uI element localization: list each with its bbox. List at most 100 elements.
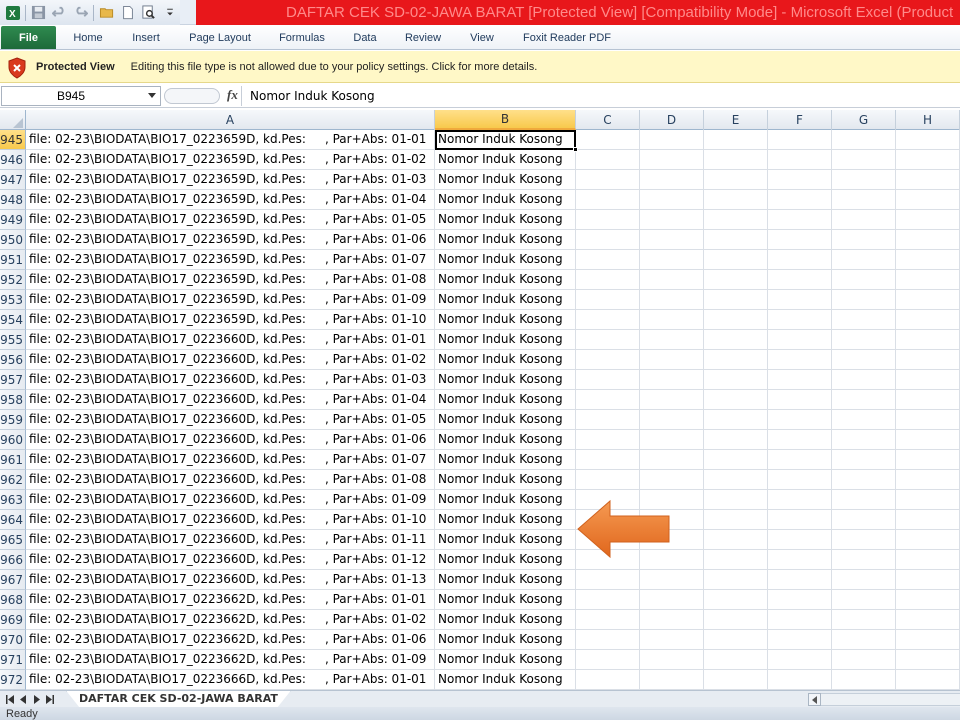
cell-b[interactable]: Nomor Induk Kosong	[435, 550, 576, 570]
cell-c[interactable]	[576, 650, 640, 670]
cell-e[interactable]	[704, 490, 768, 510]
cell-b[interactable]: Nomor Induk Kosong	[435, 670, 576, 690]
cell-c[interactable]	[576, 270, 640, 290]
cell-g[interactable]	[832, 610, 896, 630]
cell-f[interactable]	[768, 530, 832, 550]
column-header-c[interactable]: C	[576, 110, 640, 130]
row-header[interactable]: 947	[0, 170, 26, 190]
horizontal-scrollbar[interactable]	[808, 693, 960, 706]
cell-b[interactable]: Nomor Induk Kosong	[435, 230, 576, 250]
cell-g[interactable]	[832, 430, 896, 450]
cell-e[interactable]	[704, 150, 768, 170]
cell-a[interactable]: file: 02-23\BIODATA\BIO17_0223659D, kd.P…	[26, 310, 435, 330]
cell-b[interactable]: Nomor Induk Kosong	[435, 350, 576, 370]
cell-e[interactable]	[704, 210, 768, 230]
cell-g[interactable]	[832, 170, 896, 190]
new-icon[interactable]	[119, 4, 136, 21]
cell-e[interactable]	[704, 410, 768, 430]
cell-a[interactable]: file: 02-23\BIODATA\BIO17_0223660D, kd.P…	[26, 350, 435, 370]
cell-h[interactable]	[896, 210, 960, 230]
cell-e[interactable]	[704, 250, 768, 270]
cell-d[interactable]	[640, 410, 704, 430]
cell-a[interactable]: file: 02-23\BIODATA\BIO17_0223662D, kd.P…	[26, 590, 435, 610]
row-header[interactable]: 950	[0, 230, 26, 250]
cell-g[interactable]	[832, 570, 896, 590]
cell-h[interactable]	[896, 430, 960, 450]
row-header[interactable]: 958	[0, 390, 26, 410]
cell-c[interactable]	[576, 590, 640, 610]
cell-c[interactable]	[576, 630, 640, 650]
cell-h[interactable]	[896, 610, 960, 630]
cell-g[interactable]	[832, 230, 896, 250]
cell-a[interactable]: file: 02-23\BIODATA\BIO17_0223659D, kd.P…	[26, 210, 435, 230]
cell-c[interactable]	[576, 330, 640, 350]
cell-d[interactable]	[640, 570, 704, 590]
cell-f[interactable]	[768, 650, 832, 670]
cell-a[interactable]: file: 02-23\BIODATA\BIO17_0223659D, kd.P…	[26, 270, 435, 290]
cell-e[interactable]	[704, 370, 768, 390]
cell-f[interactable]	[768, 470, 832, 490]
cell-c[interactable]	[576, 170, 640, 190]
cell-f[interactable]	[768, 590, 832, 610]
column-header-d[interactable]: D	[640, 110, 704, 130]
cell-c[interactable]	[576, 350, 640, 370]
tab-foxit-reader-pdf[interactable]: Foxit Reader PDF	[512, 26, 622, 49]
cell-e[interactable]	[704, 670, 768, 690]
cell-e[interactable]	[704, 530, 768, 550]
cell-a[interactable]: file: 02-23\BIODATA\BIO17_0223662D, kd.P…	[26, 610, 435, 630]
row-header[interactable]: 972	[0, 670, 26, 690]
next-sheet-icon[interactable]	[30, 693, 43, 706]
cell-b[interactable]: Nomor Induk Kosong	[435, 590, 576, 610]
cell-g[interactable]	[832, 190, 896, 210]
cell-h[interactable]	[896, 370, 960, 390]
cell-a[interactable]: file: 02-23\BIODATA\BIO17_0223666D, kd.P…	[26, 670, 435, 690]
cell-e[interactable]	[704, 610, 768, 630]
tab-home[interactable]: Home	[56, 26, 120, 49]
tab-page-layout[interactable]: Page Layout	[172, 26, 268, 49]
chevron-down-icon[interactable]	[148, 92, 156, 98]
cell-f[interactable]	[768, 410, 832, 430]
cell-c[interactable]	[576, 190, 640, 210]
cell-g[interactable]	[832, 490, 896, 510]
cell-d[interactable]	[640, 190, 704, 210]
cell-a[interactable]: file: 02-23\BIODATA\BIO17_0223659D, kd.P…	[26, 230, 435, 250]
cell-h[interactable]	[896, 630, 960, 650]
cell-d[interactable]	[640, 650, 704, 670]
cell-e[interactable]	[704, 270, 768, 290]
cell-f[interactable]	[768, 290, 832, 310]
cell-e[interactable]	[704, 390, 768, 410]
save-icon[interactable]	[30, 4, 47, 21]
cell-b[interactable]: Nomor Induk Kosong	[435, 430, 576, 450]
cell-f[interactable]	[768, 490, 832, 510]
cell-g[interactable]	[832, 650, 896, 670]
cell-g[interactable]	[832, 510, 896, 530]
cell-a[interactable]: file: 02-23\BIODATA\BIO17_0223662D, kd.P…	[26, 650, 435, 670]
prev-sheet-icon[interactable]	[17, 693, 30, 706]
cell-c[interactable]	[576, 570, 640, 590]
cell-b[interactable]: Nomor Induk Kosong	[435, 470, 576, 490]
column-header-g[interactable]: G	[832, 110, 896, 130]
cell-d[interactable]	[640, 350, 704, 370]
cell-d[interactable]	[640, 150, 704, 170]
tab-insert[interactable]: Insert	[120, 26, 172, 49]
cell-c[interactable]	[576, 310, 640, 330]
cell-g[interactable]	[832, 670, 896, 690]
cell-b[interactable]: Nomor Induk Kosong	[435, 290, 576, 310]
cell-e[interactable]	[704, 350, 768, 370]
cell-f[interactable]	[768, 130, 832, 150]
cell-d[interactable]	[640, 610, 704, 630]
column-header-a[interactable]: A	[26, 110, 435, 130]
cell-e[interactable]	[704, 170, 768, 190]
cell-d[interactable]	[640, 390, 704, 410]
cell-h[interactable]	[896, 170, 960, 190]
cell-e[interactable]	[704, 430, 768, 450]
row-header[interactable]: 969	[0, 610, 26, 630]
cell-c[interactable]	[576, 390, 640, 410]
cell-h[interactable]	[896, 590, 960, 610]
cell-d[interactable]	[640, 370, 704, 390]
row-header[interactable]: 953	[0, 290, 26, 310]
name-box[interactable]: B945	[1, 85, 161, 106]
cell-c[interactable]	[576, 230, 640, 250]
cell-h[interactable]	[896, 290, 960, 310]
cell-f[interactable]	[768, 150, 832, 170]
